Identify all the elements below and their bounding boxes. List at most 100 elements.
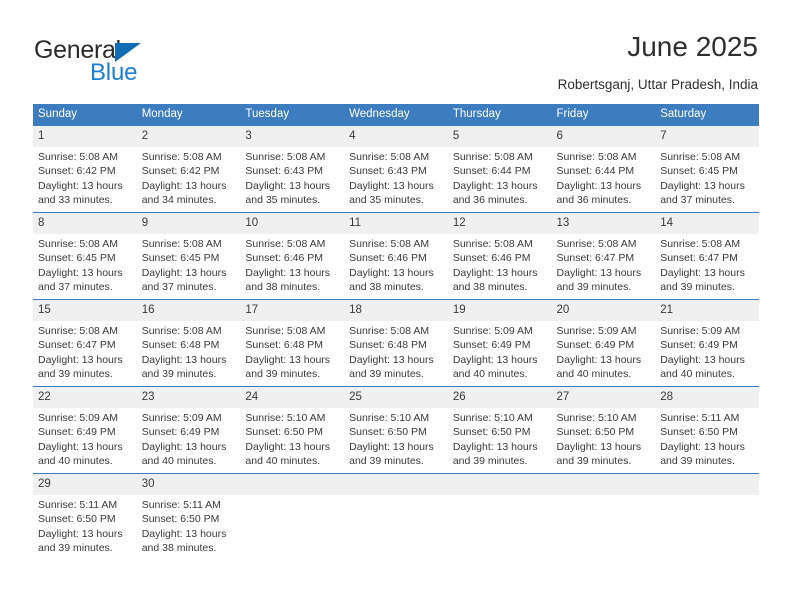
day-cell-inner bbox=[551, 474, 656, 569]
day-number[interactable]: 30 bbox=[136, 474, 241, 495]
calendar-day-cell[interactable]: 2 Sunrise: 5:08 AM Sunset: 6:42 PM Daylight… bbox=[136, 126, 241, 213]
sunrise-text: Sunrise: 5:09 AM bbox=[141, 412, 222, 424]
day-number[interactable]: 18 bbox=[344, 300, 448, 321]
calendar-day-cell[interactable]: 6 Sunrise: 5:08 AM Sunset: 6:44 PM Daylight… bbox=[551, 126, 656, 213]
day-number[interactable]: 8 bbox=[33, 213, 137, 234]
sunset-text: Sunset: 6:43 PM bbox=[245, 165, 324, 178]
calendar-day-cell[interactable]: 13 Sunrise: 5:08 AM Sunset: 6:47 PM Dayligh… bbox=[551, 212, 656, 300]
calendar-day-cell[interactable]: 15 Sunrise: 5:08 AM Sunset: 6:47 PM Dayligh… bbox=[33, 299, 137, 387]
sunset-text: Sunset: 6:42 PM bbox=[38, 165, 116, 178]
day-sun-info: Sunrise: 5:08 AM Sunset: 6:46 PM Daylight:… bbox=[344, 234, 448, 294]
calendar-day-cell[interactable]: 10 Sunrise: 5:08 AM Sunset: 6:46 PM Dayligh… bbox=[240, 212, 345, 300]
day-number[interactable]: 13 bbox=[551, 213, 656, 234]
calendar-day-cell[interactable]: 28 Sunrise: 5:11 AM Sunset: 6:50 PM Dayligh… bbox=[655, 386, 759, 474]
sunrise-text: Sunrise: 5:08 AM bbox=[245, 325, 326, 337]
calendar-day-cell bbox=[344, 473, 448, 569]
calendar-day-cell bbox=[447, 473, 552, 569]
calendar-day-cell[interactable]: 23 Sunrise: 5:09 AM Sunset: 6:49 PM Dayligh… bbox=[136, 386, 241, 474]
daylight-text-line1: Daylight: 13 hours bbox=[452, 353, 538, 366]
calendar-day-cell[interactable]: 9 Sunrise: 5:08 AM Sunset: 6:45 PM Daylight… bbox=[136, 212, 241, 300]
day-number[interactable]: 29 bbox=[33, 474, 137, 495]
sunset-text: Sunset: 6:50 PM bbox=[349, 426, 427, 439]
calendar-day-cell[interactable]: 25 Sunrise: 5:10 AM Sunset: 6:50 PM Dayligh… bbox=[344, 386, 448, 474]
daylight-text-line1: Daylight: 13 hours bbox=[38, 353, 123, 366]
day-number[interactable]: 15 bbox=[33, 300, 137, 321]
day-number[interactable]: 22 bbox=[33, 387, 137, 408]
day-number[interactable]: 19 bbox=[447, 300, 552, 321]
page-title: June 2025 bbox=[627, 31, 758, 62]
day-number[interactable]: 7 bbox=[655, 126, 759, 147]
day-number[interactable]: 23 bbox=[136, 387, 241, 408]
daylight-text-line1: Daylight: 13 hours bbox=[245, 353, 331, 366]
day-sun-info bbox=[552, 495, 656, 498]
daylight-text-line2: and 34 minutes. bbox=[141, 193, 217, 206]
day-number[interactable]: 24 bbox=[240, 387, 345, 408]
day-number[interactable]: 25 bbox=[344, 387, 448, 408]
calendar-day-cell[interactable]: 24 Sunrise: 5:10 AM Sunset: 6:50 PM Dayligh… bbox=[240, 386, 345, 474]
day-number bbox=[447, 474, 552, 495]
calendar-day-cell[interactable]: 19 Sunrise: 5:09 AM Sunset: 6:49 PM Dayligh… bbox=[447, 299, 552, 387]
weekday-header-friday: Friday bbox=[551, 104, 656, 126]
calendar-day-cell[interactable]: 27 Sunrise: 5:10 AM Sunset: 6:50 PM Dayligh… bbox=[551, 386, 656, 474]
calendar-day-cell[interactable]: 4 Sunrise: 5:08 AM Sunset: 6:43 PM Daylight… bbox=[344, 126, 448, 213]
sunset-text: Sunset: 6:48 PM bbox=[141, 339, 220, 352]
day-number[interactable]: 6 bbox=[551, 126, 656, 147]
day-number[interactable]: 14 bbox=[655, 213, 759, 234]
day-number[interactable]: 4 bbox=[344, 126, 448, 147]
calendar-day-cell[interactable]: 22 Sunrise: 5:09 AM Sunset: 6:49 PM Dayligh… bbox=[33, 386, 137, 474]
day-cell-inner: 23 Sunrise: 5:09 AM Sunset: 6:49 PM Dayligh… bbox=[136, 387, 241, 473]
daylight-text-line1: Daylight: 13 hours bbox=[452, 266, 538, 279]
calendar-day-cell[interactable]: 8 Sunrise: 5:08 AM Sunset: 6:45 PM Daylight… bbox=[33, 212, 137, 300]
sunset-text: Sunset: 6:50 PM bbox=[245, 426, 324, 439]
day-number[interactable]: 17 bbox=[240, 300, 345, 321]
day-number[interactable]: 10 bbox=[240, 213, 345, 234]
sunset-text: Sunset: 6:42 PM bbox=[141, 165, 220, 178]
sunrise-text: Sunrise: 5:10 AM bbox=[452, 412, 533, 424]
day-number[interactable]: 11 bbox=[344, 213, 448, 234]
calendar-day-cell[interactable]: 7 Sunrise: 5:08 AM Sunset: 6:45 PM Daylight… bbox=[655, 126, 759, 213]
daylight-text-line2: and 39 minutes. bbox=[556, 454, 632, 467]
title-block: June 2025 Robertsganj, Uttar Pradesh, In… bbox=[558, 30, 758, 93]
calendar-day-cell[interactable]: 14 Sunrise: 5:08 AM Sunset: 6:47 PM Dayligh… bbox=[655, 212, 759, 300]
calendar-day-cell[interactable]: 20 Sunrise: 5:09 AM Sunset: 6:49 PM Dayligh… bbox=[551, 299, 656, 387]
sunrise-text: Sunrise: 5:08 AM bbox=[38, 151, 118, 163]
calendar-day-cell[interactable]: 29 Sunrise: 5:11 AM Sunset: 6:50 PM Dayligh… bbox=[33, 473, 137, 569]
day-cell-inner: 11 Sunrise: 5:08 AM Sunset: 6:46 PM Dayligh… bbox=[344, 213, 448, 299]
day-number[interactable]: 27 bbox=[551, 387, 656, 408]
day-number[interactable]: 2 bbox=[136, 126, 241, 147]
calendar-day-cell[interactable]: 26 Sunrise: 5:10 AM Sunset: 6:50 PM Dayligh… bbox=[447, 386, 552, 474]
sunset-text: Sunset: 6:47 PM bbox=[38, 339, 116, 352]
day-number[interactable]: 26 bbox=[447, 387, 552, 408]
day-sun-info: Sunrise: 5:08 AM Sunset: 6:44 PM Daylight:… bbox=[448, 147, 552, 207]
sunrise-text: Sunrise: 5:11 AM bbox=[38, 499, 118, 511]
calendar-day-cell[interactable]: 3 Sunrise: 5:08 AM Sunset: 6:43 PM Daylight… bbox=[240, 126, 345, 213]
day-sun-info bbox=[448, 495, 552, 498]
day-sun-info: Sunrise: 5:08 AM Sunset: 6:46 PM Daylight:… bbox=[240, 234, 344, 294]
calendar-day-cell[interactable]: 18 Sunrise: 5:08 AM Sunset: 6:48 PM Dayligh… bbox=[344, 299, 448, 387]
calendar-day-cell[interactable]: 12 Sunrise: 5:08 AM Sunset: 6:46 PM Dayligh… bbox=[447, 212, 552, 300]
day-number[interactable]: 1 bbox=[33, 126, 137, 147]
calendar-day-cell[interactable]: 5 Sunrise: 5:08 AM Sunset: 6:44 PM Daylight… bbox=[447, 126, 552, 213]
day-number[interactable]: 12 bbox=[447, 213, 552, 234]
general-blue-logo[interactable]: General Blue bbox=[34, 36, 254, 88]
calendar-day-cell[interactable]: 1 Sunrise: 5:08 AM Sunset: 6:42 PM Daylight… bbox=[33, 126, 137, 213]
calendar-day-cell[interactable]: 11 Sunrise: 5:08 AM Sunset: 6:46 PM Dayligh… bbox=[344, 212, 448, 300]
day-number[interactable]: 28 bbox=[655, 387, 759, 408]
day-number[interactable]: 16 bbox=[136, 300, 241, 321]
calendar-day-cell[interactable]: 17 Sunrise: 5:08 AM Sunset: 6:48 PM Dayligh… bbox=[240, 299, 345, 387]
sunset-text: Sunset: 6:45 PM bbox=[141, 252, 220, 265]
sunrise-text: Sunrise: 5:08 AM bbox=[349, 325, 430, 337]
calendar-day-cell[interactable]: 30 Sunrise: 5:11 AM Sunset: 6:50 PM Dayligh… bbox=[136, 473, 241, 569]
day-number[interactable]: 5 bbox=[447, 126, 552, 147]
calendar-day-cell[interactable]: 21 Sunrise: 5:09 AM Sunset: 6:49 PM Dayligh… bbox=[655, 299, 759, 387]
daylight-text-line1: Daylight: 13 hours bbox=[245, 440, 331, 453]
day-number[interactable]: 9 bbox=[136, 213, 241, 234]
day-number[interactable]: 21 bbox=[655, 300, 759, 321]
day-number[interactable]: 3 bbox=[240, 126, 345, 147]
daylight-text-line2: and 39 minutes. bbox=[452, 454, 528, 467]
day-number[interactable]: 20 bbox=[551, 300, 656, 321]
day-cell-inner: 25 Sunrise: 5:10 AM Sunset: 6:50 PM Dayligh… bbox=[344, 387, 448, 473]
day-cell-inner: 10 Sunrise: 5:08 AM Sunset: 6:46 PM Dayligh… bbox=[240, 213, 345, 299]
calendar-day-cell[interactable]: 16 Sunrise: 5:08 AM Sunset: 6:48 PM Dayligh… bbox=[136, 299, 241, 387]
daylight-text-line2: and 39 minutes. bbox=[38, 541, 113, 554]
